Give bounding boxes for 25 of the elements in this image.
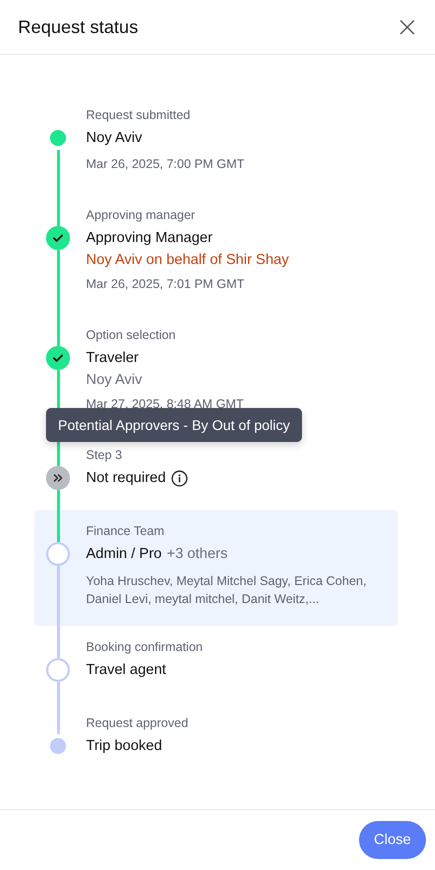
step-label: Approving manager <box>86 207 196 224</box>
close-button[interactable]: Close <box>358 821 426 859</box>
others-count: +3 others <box>166 546 228 562</box>
approver-names: Yoha Hruschev, Meytal Mitchel Sagy, Erica Cohen, Daniel Levi, meytal mitchel, Danit Weitz,... <box>86 573 368 608</box>
step-title: Admin / Pro <box>86 546 162 562</box>
step-title: Noy Aviv <box>86 130 142 146</box>
panel-title: Request status <box>18 16 138 38</box>
info-icon[interactable] <box>170 470 188 486</box>
step-subtitle: Noy Aviv <box>86 371 142 390</box>
step-date: Mar 26, 2025, 7:01 PM GMT <box>86 276 244 293</box>
step-date: Mar 26, 2025, 7:00 PM GMT <box>86 156 244 173</box>
step-title: Not required <box>86 470 166 486</box>
close-button[interactable]: × <box>392 13 423 41</box>
step-label: Step 3 <box>86 447 122 464</box>
step-label: Booking confirmation <box>86 639 203 656</box>
step-title: Trip booked <box>86 738 162 754</box>
step-title: Travel agent <box>86 662 166 678</box>
step-label: Finance Team <box>86 523 164 540</box>
step-label: Option selection <box>86 327 176 344</box>
step-label: Request submitted <box>86 107 190 124</box>
step-label: Request approved <box>86 715 188 732</box>
tooltip: Potential Approvers - By Out of policy <box>46 408 302 442</box>
step-title: Traveler <box>86 350 139 366</box>
step-title: Approving Manager <box>86 230 213 246</box>
step-subtitle: Noy Aviv on behalf of Shir Shay <box>86 251 289 270</box>
